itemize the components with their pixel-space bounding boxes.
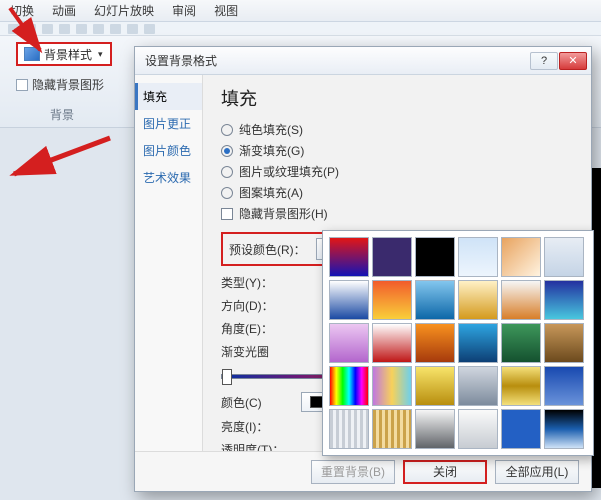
- sidenav: 填充 图片更正 图片颜色 艺术效果: [135, 75, 203, 451]
- preset-swatch-27[interactable]: [458, 409, 498, 449]
- dialog-titlebar[interactable]: 设置背景格式 ? ✕: [135, 47, 591, 75]
- ribbon-group-background: 背景样式 ▾ 隐藏背景图形: [16, 42, 112, 93]
- preset-swatch-15[interactable]: [458, 323, 498, 363]
- checkbox-icon: [16, 79, 28, 91]
- sidenav-fill[interactable]: 填充: [135, 83, 202, 110]
- chevron-down-icon: ▾: [98, 49, 103, 60]
- tab-review[interactable]: 审阅: [172, 2, 196, 19]
- preset-swatch-0[interactable]: [329, 237, 369, 277]
- dialog-buttonbar: 重置背景(B) 关闭 全部应用(L): [135, 451, 591, 491]
- ribbon-tabstrip: 切换 动画 幻灯片放映 审阅 视图: [0, 0, 601, 22]
- preset-swatch-28[interactable]: [501, 409, 541, 449]
- tab-animation[interactable]: 动画: [52, 2, 76, 19]
- preset-swatch-24[interactable]: [329, 409, 369, 449]
- preset-swatch-25[interactable]: [372, 409, 412, 449]
- preset-swatch-4[interactable]: [501, 237, 541, 277]
- preset-swatch-16[interactable]: [501, 323, 541, 363]
- preset-swatch-6[interactable]: [329, 280, 369, 320]
- preset-label: 预设颜色(R)：: [229, 241, 306, 258]
- preset-swatch-20[interactable]: [415, 366, 455, 406]
- preset-swatch-7[interactable]: [372, 280, 412, 320]
- opt-picture[interactable]: 图片或纹理填充(P): [221, 163, 577, 180]
- dialog-title: 设置背景格式: [145, 52, 530, 69]
- background-style-dropdown[interactable]: 背景样式 ▾: [16, 42, 112, 66]
- preset-swatch-26[interactable]: [415, 409, 455, 449]
- background-style-icon: [24, 47, 40, 61]
- tab-transition[interactable]: 切换: [10, 2, 34, 19]
- background-style-label: 背景样式: [44, 46, 92, 63]
- ribbon-group-label: 背景: [50, 106, 74, 123]
- preset-swatch-21[interactable]: [458, 366, 498, 406]
- preset-swatch-8[interactable]: [415, 280, 455, 320]
- preset-swatch-14[interactable]: [415, 323, 455, 363]
- sidenav-image-color[interactable]: 图片颜色: [135, 137, 202, 164]
- preset-swatch-13[interactable]: [372, 323, 412, 363]
- slider-thumb[interactable]: [222, 369, 232, 385]
- preset-swatch-10[interactable]: [501, 280, 541, 320]
- preset-swatch-12[interactable]: [329, 323, 369, 363]
- preset-swatch-17[interactable]: [544, 323, 584, 363]
- preset-swatch-2[interactable]: [415, 237, 455, 277]
- hide-background-checkbox[interactable]: 隐藏背景图形: [16, 76, 112, 93]
- tab-slideshow[interactable]: 幻灯片放映: [94, 2, 154, 19]
- close-button[interactable]: ✕: [559, 52, 587, 70]
- hide-background-label: 隐藏背景图形: [32, 76, 104, 93]
- preset-swatch-22[interactable]: [501, 366, 541, 406]
- opt-hidebg[interactable]: 隐藏背景图形(H): [221, 205, 577, 222]
- tab-view[interactable]: 视图: [214, 2, 238, 19]
- preset-swatch-29[interactable]: [544, 409, 584, 449]
- apply-all-button[interactable]: 全部应用(L): [495, 460, 579, 484]
- opt-solid[interactable]: 纯色填充(S): [221, 121, 577, 138]
- sidenav-image-correction[interactable]: 图片更正: [135, 110, 202, 137]
- preset-swatch-18[interactable]: [329, 366, 369, 406]
- preset-swatch-9[interactable]: [458, 280, 498, 320]
- preset-swatch-3[interactable]: [458, 237, 498, 277]
- preset-swatch-11[interactable]: [544, 280, 584, 320]
- preset-swatch-23[interactable]: [544, 366, 584, 406]
- opt-gradient[interactable]: 渐变填充(G): [221, 142, 577, 159]
- preset-swatch-19[interactable]: [372, 366, 412, 406]
- reset-button[interactable]: 重置背景(B): [311, 460, 395, 484]
- preset-swatch-1[interactable]: [372, 237, 412, 277]
- preset-swatch-5[interactable]: [544, 237, 584, 277]
- opt-pattern[interactable]: 图案填充(A): [221, 184, 577, 201]
- help-button[interactable]: ?: [530, 52, 558, 70]
- preset-palette-popup: [322, 230, 594, 456]
- sidenav-artistic-effects[interactable]: 艺术效果: [135, 164, 202, 191]
- close-dialog-button[interactable]: 关闭: [403, 460, 487, 484]
- pane-heading: 填充: [221, 85, 577, 111]
- ribbon-subrow: [0, 22, 601, 36]
